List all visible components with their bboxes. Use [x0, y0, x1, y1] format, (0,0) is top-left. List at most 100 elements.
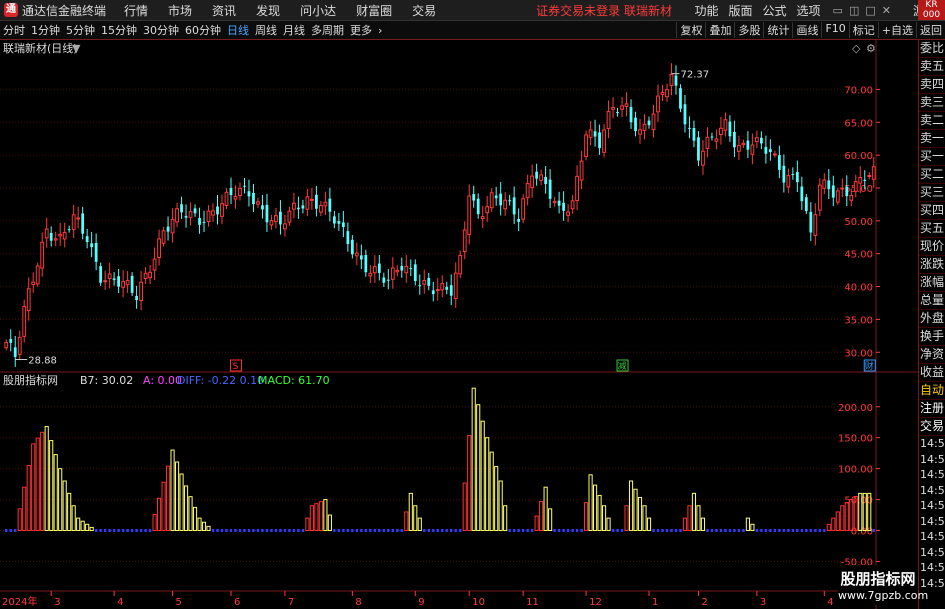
menu-item-1[interactable]: 市场 — [168, 2, 192, 19]
candle-body-165 — [746, 140, 750, 150]
menu-layout[interactable]: 版面 — [729, 2, 753, 19]
period-tab-5[interactable]: 60分钟 — [182, 22, 224, 38]
x-axis-month-11: 2 — [701, 597, 707, 608]
toolbar-btn-6[interactable]: 标记 — [848, 22, 878, 38]
more-chevron-icon[interactable]: › — [375, 24, 385, 37]
candle-body-112 — [508, 200, 512, 202]
x-axis-year: 2024年 — [2, 595, 37, 608]
candle-body-187 — [845, 186, 849, 197]
macd-zero-116 — [526, 529, 529, 532]
toolbar-right: 复权 叠加 多股 统计 画线 F10 标记 +自选 返回 — [676, 22, 945, 38]
period-tab-0[interactable]: 分时 — [0, 22, 28, 38]
indicator-diff: DIFF: -0.22 0.10 — [177, 374, 264, 387]
period-tab-8[interactable]: 月线 — [280, 22, 308, 38]
restore-icon[interactable]: ◫ — [849, 4, 859, 17]
main-title-dropdown-icon: ▼ — [72, 42, 81, 55]
candle-body-4 — [22, 306, 27, 337]
macd-zero-144 — [652, 529, 655, 532]
period-tab-3[interactable]: 15分钟 — [98, 22, 140, 38]
price-chart[interactable]: 30.00 35.00 40.00 45.00 50.00 55.00 60.00 65.00… — [0, 40, 918, 609]
maximize-icon[interactable]: □ — [865, 4, 875, 17]
period-tab-9[interactable]: 多周期 — [308, 22, 347, 38]
toolbar-btn-7[interactable]: +自选 — [877, 22, 916, 38]
candle-body-102 — [462, 229, 467, 253]
macd-zero-114 — [517, 529, 520, 532]
ind-y-label-4: 150.00 — [838, 434, 873, 445]
macd-bar-130 — [588, 474, 593, 531]
period-tab-10[interactable]: 更多 — [347, 22, 375, 38]
menu-function[interactable]: 功能 — [694, 2, 718, 19]
close-icon[interactable]: ✕ — [882, 4, 891, 17]
candle-body-42 — [193, 208, 197, 214]
toolbar-btn-0[interactable]: 复权 — [676, 22, 705, 38]
candle-body-155 — [701, 150, 705, 166]
menu-item-2[interactable]: 资讯 — [212, 2, 236, 19]
indicator-name: 股朋指标网 — [3, 373, 58, 387]
candle-body-170 — [768, 149, 772, 152]
minimize-icon[interactable]: ▭ — [833, 4, 843, 17]
period-tab-2[interactable]: 5分钟 — [63, 22, 98, 38]
menu-item-4[interactable]: 问小达 — [300, 2, 336, 19]
menu-options[interactable]: 选项 — [797, 2, 821, 19]
macd-bar-142 — [642, 505, 647, 531]
macd-zero-50 — [229, 529, 233, 532]
toolbar-btn-4[interactable]: 画线 — [792, 22, 821, 38]
login-notice[interactable]: 证券交易未登录 联瑞新材 — [536, 2, 672, 19]
period-tab-6[interactable]: 日线 — [224, 22, 252, 38]
candle-body-5 — [26, 288, 31, 312]
candle-body-192 — [867, 174, 872, 177]
candle-body-121 — [548, 179, 552, 199]
macd-bar-111 — [503, 505, 508, 531]
macd-bar-69 — [314, 503, 319, 531]
toolbar-btn-1[interactable]: 叠加 — [705, 22, 734, 38]
toolbar-btn-8[interactable]: 返回 — [916, 22, 945, 38]
macd-zero-83 — [378, 529, 381, 532]
quote-label-7: 买二 — [919, 166, 945, 184]
candle-body-43 — [198, 217, 201, 225]
menu-item-0[interactable]: 行情 — [124, 2, 148, 19]
candle-body-125 — [566, 211, 570, 216]
menu-item-5[interactable]: 财富圈 — [356, 2, 392, 19]
macd-bar-103 — [467, 435, 472, 531]
quote-label-16: 换手 — [919, 328, 945, 346]
tick-time-8: 14:56 — [920, 561, 945, 574]
macd-zero-21 — [99, 529, 102, 532]
candle-body-169 — [764, 146, 768, 154]
macd-zero-0 — [5, 529, 8, 532]
macd-zero-135 — [611, 529, 615, 532]
period-tab-1[interactable]: 1分钟 — [28, 22, 63, 38]
panel-btn-2[interactable]: 交易 — [919, 418, 945, 436]
candle-body-173 — [782, 165, 786, 183]
panel-btn-1[interactable]: 注册 — [919, 400, 945, 418]
toolbar-btn-5[interactable]: F10 — [821, 22, 848, 38]
candle-body-104 — [472, 194, 476, 201]
macd-zero-84 — [382, 529, 386, 532]
candle-body-189 — [853, 181, 858, 192]
macd-zero-65 — [297, 529, 300, 532]
candle-body-140 — [634, 117, 637, 132]
candle-body-162 — [733, 131, 736, 148]
macd-zero-47 — [216, 529, 219, 532]
macd-bar-10 — [49, 440, 54, 532]
main-y-label-4: 50.00 — [844, 217, 873, 228]
macd-zero-99 — [450, 529, 453, 532]
candle-body-131 — [593, 131, 597, 137]
macd-zero-80 — [364, 529, 368, 532]
macd-zero-160 — [724, 529, 727, 532]
period-tab-4[interactable]: 30分钟 — [140, 22, 182, 38]
panel-btn-0[interactable]: 自动 — [919, 382, 945, 400]
candle-body-100 — [453, 272, 458, 300]
macd-bar-90 — [408, 492, 413, 531]
menu-item-3[interactable]: 发现 — [256, 2, 280, 19]
candle-body-124 — [562, 202, 566, 211]
menu-formula[interactable]: 公式 — [763, 2, 787, 19]
window-controls: ▭ ◫ □ ✕ — [833, 4, 891, 17]
macd-bar-143 — [646, 517, 652, 531]
period-tab-7[interactable]: 周线 — [252, 22, 280, 38]
menu-item-6[interactable]: 交易 — [412, 2, 436, 19]
candle-body-139 — [629, 106, 633, 123]
toolbar-btn-2[interactable]: 多股 — [734, 22, 763, 38]
macd-zero-52 — [238, 529, 242, 532]
macd-bar-138 — [624, 505, 629, 531]
toolbar-btn-3[interactable]: 统计 — [763, 22, 792, 38]
